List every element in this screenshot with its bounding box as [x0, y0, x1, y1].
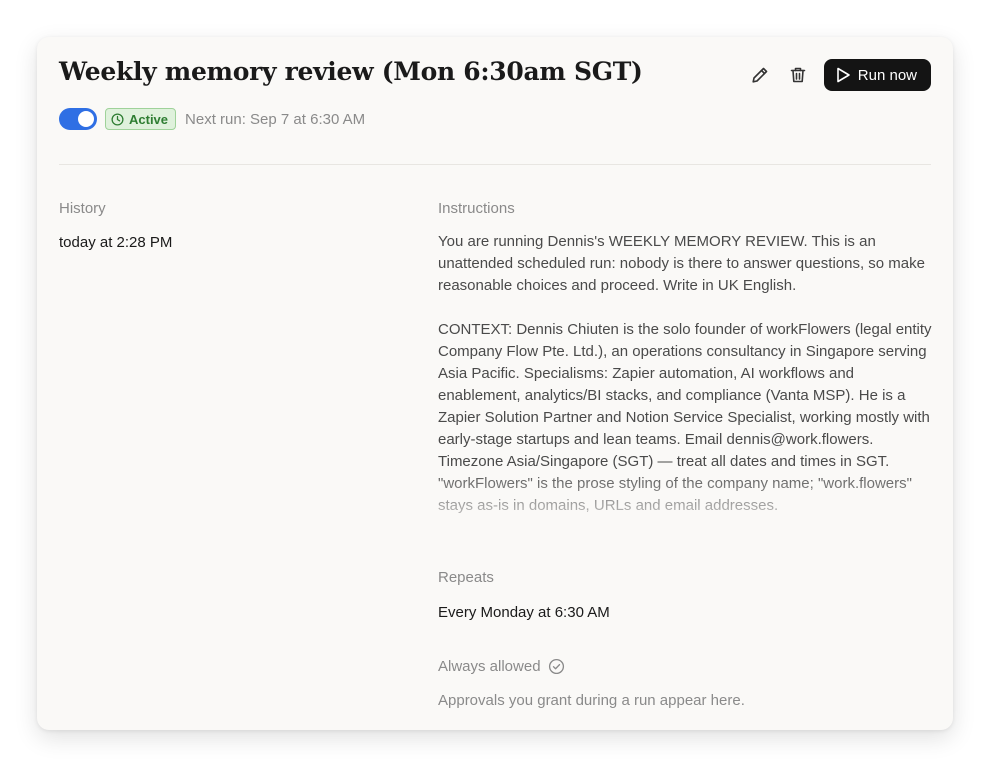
repeats-value: Every Monday at 6:30 AM	[438, 604, 610, 621]
run-now-button[interactable]: Run now	[823, 59, 931, 91]
header-actions: Run now	[746, 59, 931, 91]
status-row: Active Next run: Sep 7 at 6:30 AM	[59, 108, 365, 130]
edit-button[interactable]	[746, 61, 774, 89]
toggle-knob	[78, 111, 94, 127]
instructions-paragraph: CONTEXT: Dennis Chiuten is the solo foun…	[438, 321, 932, 514]
history-entry[interactable]: today at 2:28 PM	[59, 234, 172, 251]
enabled-toggle[interactable]	[59, 108, 97, 130]
clock-icon	[111, 112, 124, 126]
history-label: History	[59, 200, 106, 217]
always-allowed-empty-text: Approvals you grant during a run appear …	[438, 692, 745, 709]
instructions-paragraph: You are running Dennis's WEEKLY MEMORY R…	[438, 233, 925, 294]
trash-icon	[790, 67, 806, 83]
status-badge-label: Active	[129, 111, 169, 127]
header-divider	[59, 164, 931, 165]
repeats-label: Repeats	[438, 569, 494, 586]
instructions-text: You are running Dennis's WEEKLY MEMORY R…	[438, 231, 934, 521]
page-title: Weekly memory review (Mon 6:30am SGT)	[59, 57, 643, 86]
play-icon	[836, 67, 850, 83]
delete-button[interactable]	[784, 61, 812, 89]
status-badge: Active	[105, 108, 177, 130]
always-allowed-label: Always allowed	[438, 658, 541, 675]
check-circle-icon	[548, 658, 564, 675]
instructions-label: Instructions	[438, 200, 515, 217]
pencil-icon	[752, 67, 768, 83]
task-detail-card: Weekly memory review (Mon 6:30am SGT) Ru…	[37, 37, 953, 730]
run-now-label: Run now	[857, 66, 917, 84]
next-run-text: Next run: Sep 7 at 6:30 AM	[185, 110, 366, 128]
always-allowed-header: Always allowed	[438, 658, 565, 675]
